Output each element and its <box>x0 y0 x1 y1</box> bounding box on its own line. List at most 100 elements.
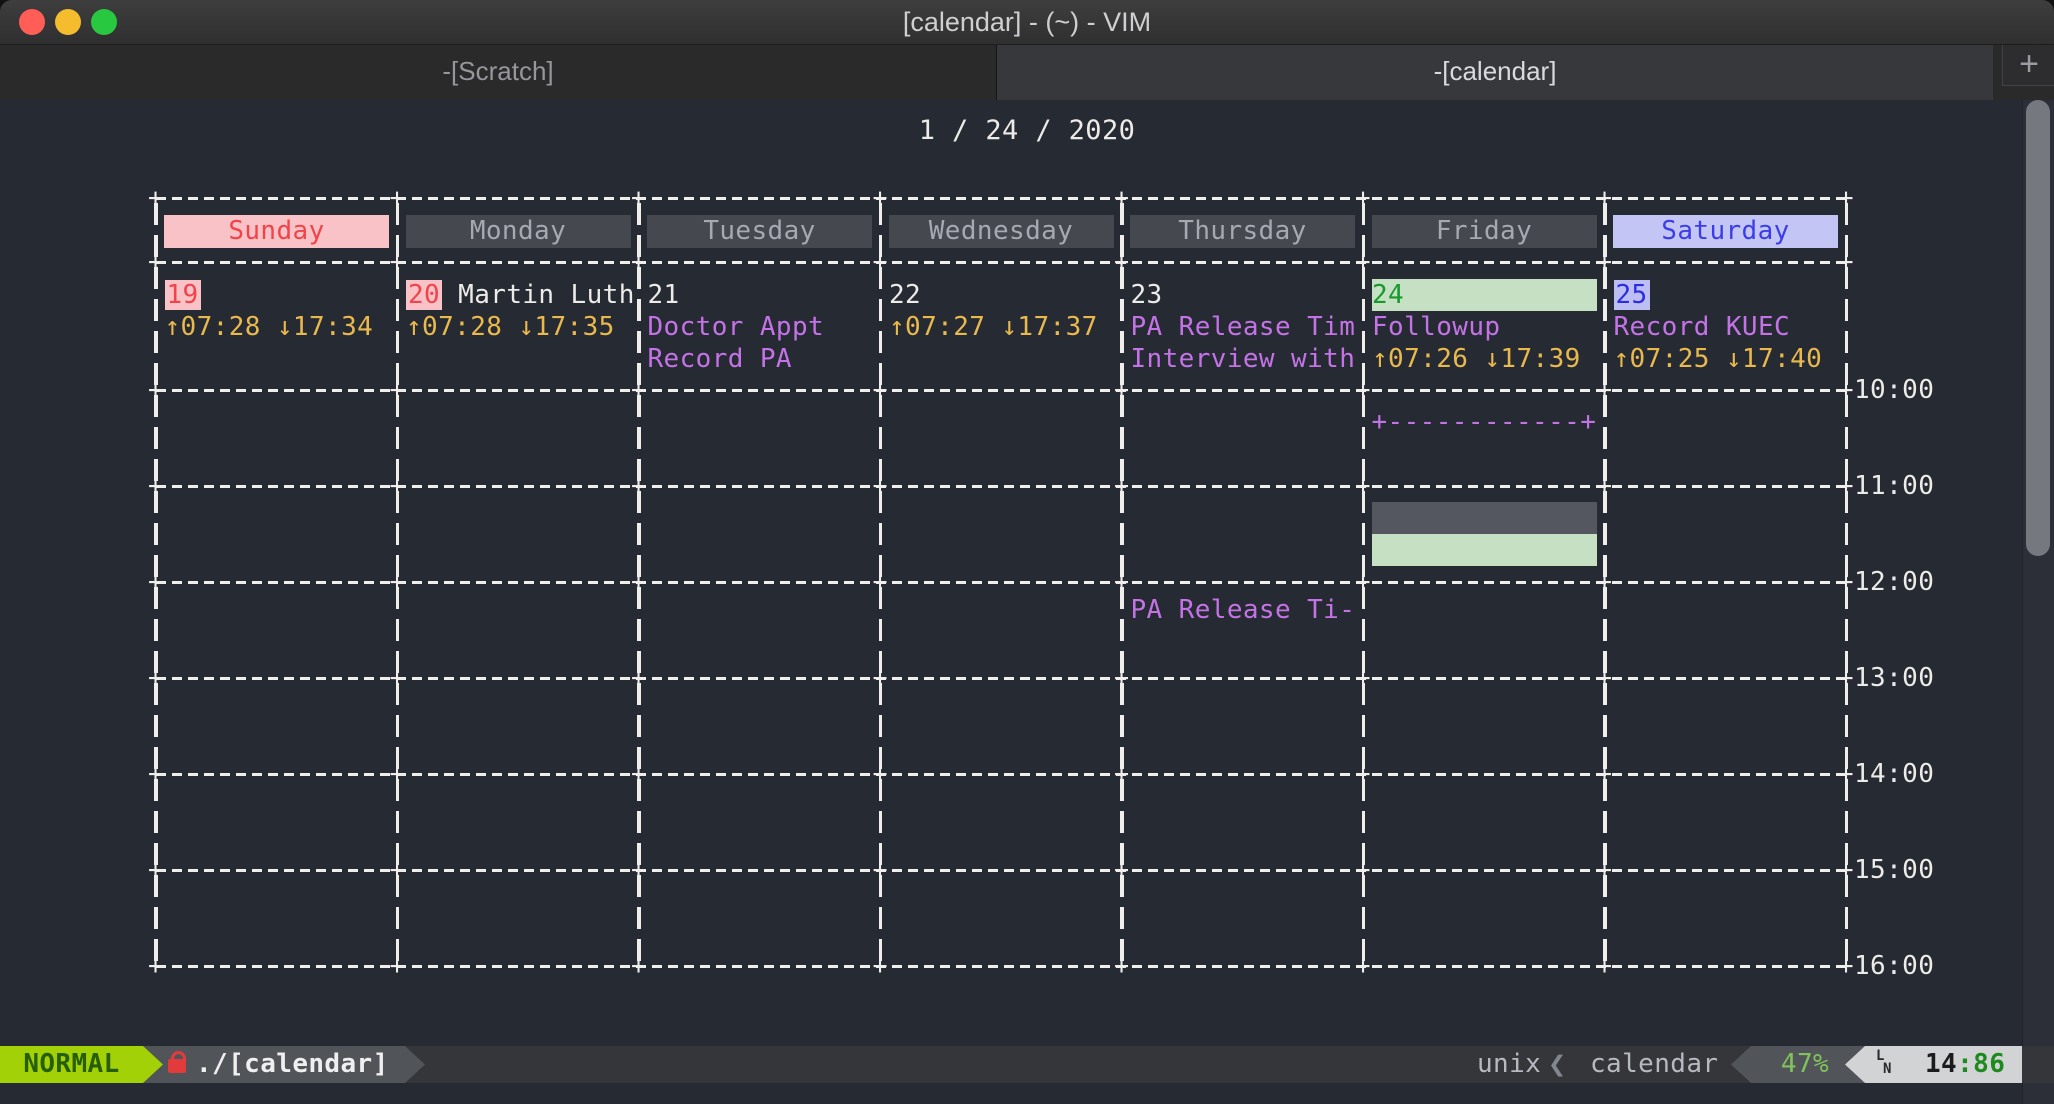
grid-plus-mark: + <box>872 759 887 788</box>
event-label[interactable]: Interview with <box>1131 343 1360 375</box>
sunrise-sunset-times[interactable]: ↑07:28 ↓17:35 <box>406 311 635 343</box>
line-number-icon: L N <box>1876 1050 1891 1076</box>
grid-plus-mark: + <box>1838 471 1853 500</box>
grid-plus-mark: + <box>1114 567 1129 596</box>
chevron-left-icon: ❮ <box>1548 1046 1566 1083</box>
grid-plus-mark: + <box>1355 663 1370 692</box>
event-frame-border: +------------+ <box>1372 406 1601 438</box>
grid-plus-mark: + <box>1838 759 1853 788</box>
time-label-11:00: 11:00 <box>1854 470 1934 502</box>
grid-plus-mark: + <box>1838 247 1853 276</box>
grid-plus-mark: + <box>872 567 887 596</box>
grid-plus-mark: + <box>1114 663 1129 692</box>
grid-plus-mark: + <box>631 183 646 212</box>
grid-plus-mark: + <box>872 183 887 212</box>
day-cell-19[interactable]: 19 <box>165 279 394 311</box>
grid-hline <box>156 581 1847 585</box>
grid-hline <box>156 773 1847 777</box>
grid-plus-mark: + <box>1114 951 1129 980</box>
sunrise-sunset-times[interactable]: ↑07:25 ↓17:40 <box>1614 343 1843 375</box>
event-label-overflow[interactable]: PA Release Ti- <box>1131 594 1361 626</box>
grid-plus-mark: + <box>148 951 163 980</box>
time-label-12:00: 12:00 <box>1854 566 1934 598</box>
grid-hline <box>156 677 1847 681</box>
grid-plus-mark: + <box>631 663 646 692</box>
time-label-10:00: 10:00 <box>1854 374 1934 406</box>
grid-plus-mark: + <box>872 375 887 404</box>
grid-plus-mark: + <box>631 375 646 404</box>
day-header-sunday: Sunday <box>164 215 389 248</box>
day-cell-25[interactable]: 25 <box>1614 279 1843 311</box>
titlebar: [calendar] - (~) - VIM <box>0 0 2054 45</box>
day-cell-21[interactable]: 21 <box>648 279 877 311</box>
grid-plus-mark: + <box>389 567 404 596</box>
event-label[interactable]: PA Release Tim <box>1131 311 1360 343</box>
current-file: ./[calendar] <box>196 1046 389 1083</box>
window-title: [calendar] - (~) - VIM <box>0 0 2054 44</box>
day-cell-23[interactable]: 23 <box>1131 279 1360 311</box>
vim-mode: NORMAL <box>0 1046 143 1083</box>
day-number: 25 <box>1614 280 1650 310</box>
grid-plus-mark: + <box>1597 855 1612 884</box>
sunrise-sunset-times[interactable]: ↑07:28 ↓17:34 <box>165 311 394 343</box>
sunrise-sunset-times[interactable]: ↑07:27 ↓17:37 <box>889 311 1118 343</box>
day-number: 20 <box>406 280 442 310</box>
new-tab-button[interactable]: + <box>2002 45 2054 86</box>
grid-plus-mark: + <box>1838 567 1853 596</box>
sunrise-sunset-times[interactable]: ↑07:26 ↓17:39 <box>1372 343 1601 375</box>
day-cell-24[interactable]: 24 <box>1372 279 1601 311</box>
grid-plus-mark: + <box>1114 375 1129 404</box>
grid-plus-mark: + <box>1597 183 1612 212</box>
time-label-15:00: 15:00 <box>1854 854 1934 886</box>
calendar-date-title: 1 / 24 / 2020 <box>0 115 2054 146</box>
event-label[interactable]: Record KUEC <box>1614 311 1843 343</box>
grid-plus-mark: + <box>1355 855 1370 884</box>
day-cell-22[interactable]: 22 <box>889 279 1118 311</box>
day-number: 21 <box>648 280 680 310</box>
tab-scratch[interactable]: -[Scratch] <box>0 45 997 100</box>
grid-plus-mark: + <box>1114 247 1129 276</box>
grid-hline <box>156 197 1847 201</box>
status-bar: NORMAL ./[calendar] unix ❮ calendar 47% … <box>0 1046 2054 1083</box>
grid-plus-mark: + <box>389 663 404 692</box>
grid-hline <box>156 261 1847 265</box>
calendar-week-view: 1 / 24 / 2020 + + + + + + + + + + + + + + + + + + + + + + + + + +… <box>0 100 2054 1104</box>
grid-plus-mark: + <box>1597 951 1612 980</box>
grid-plus-mark: + <box>1838 855 1853 884</box>
day-number: 19 <box>165 280 201 310</box>
cursor-line: 14 <box>1925 1049 1957 1079</box>
grid-plus-mark: + <box>389 183 404 212</box>
grid-hline <box>156 965 1847 969</box>
event-block-current[interactable] <box>1372 534 1597 566</box>
grid-plus-mark: + <box>148 855 163 884</box>
lock-icon <box>168 1059 186 1073</box>
grid-plus-mark: + <box>148 183 163 212</box>
event-label[interactable]: Record PA <box>648 343 877 375</box>
event-label[interactable]: Followup <box>1372 311 1601 343</box>
event-label[interactable]: Doctor Appt <box>648 311 877 343</box>
grid-hline <box>156 869 1847 873</box>
grid-plus-mark: + <box>631 471 646 500</box>
grid-plus-mark: + <box>1355 951 1370 980</box>
grid-plus-mark: + <box>389 759 404 788</box>
grid-plus-mark: + <box>1114 759 1129 788</box>
day-cell-20[interactable]: 20 Martin Luth <box>406 279 635 311</box>
grid-plus-mark: + <box>389 471 404 500</box>
grid-plus-mark: + <box>1838 663 1853 692</box>
day-header-thursday: Thursday <box>1130 215 1355 248</box>
scrollbar-thumb[interactable] <box>2026 100 2050 556</box>
cursor-column: :86 <box>1957 1049 2005 1079</box>
grid-plus-mark: + <box>1597 663 1612 692</box>
tab-calendar[interactable]: -[calendar] <box>997 45 1993 100</box>
grid-plus-mark: + <box>1114 471 1129 500</box>
grid-plus-mark: + <box>631 759 646 788</box>
grid-plus-mark: + <box>631 247 646 276</box>
grid-plus-mark: + <box>872 855 887 884</box>
grid-plus-mark: + <box>1838 375 1853 404</box>
event-block-selected[interactable] <box>1372 502 1597 534</box>
grid-plus-mark: + <box>872 471 887 500</box>
grid-plus-mark: + <box>631 855 646 884</box>
grid-plus-mark: + <box>1355 471 1370 500</box>
grid-plus-mark: + <box>872 663 887 692</box>
tab-bar: -[Scratch] -[calendar] + <box>0 45 2054 100</box>
